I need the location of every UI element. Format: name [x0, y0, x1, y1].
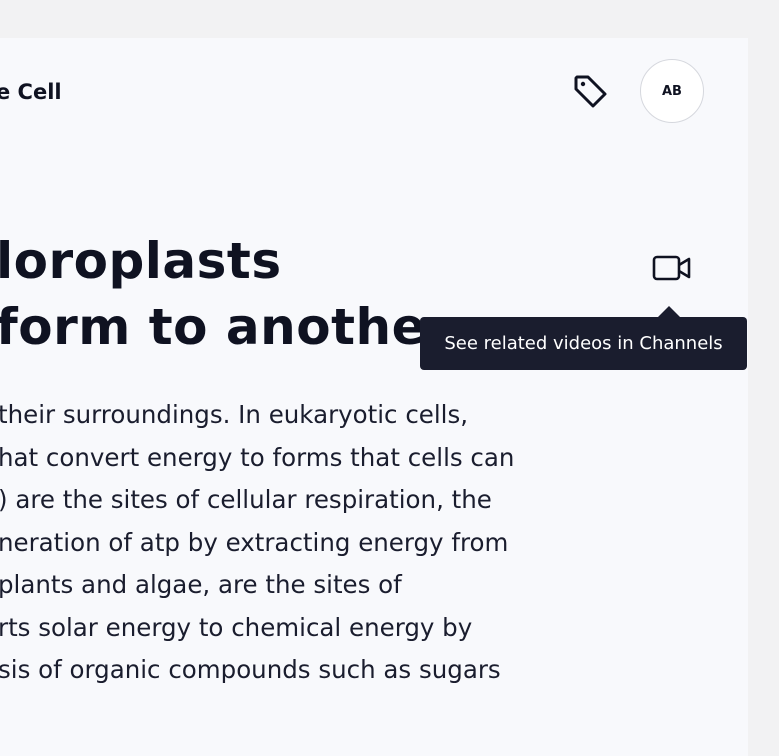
body-line: neration of atp by extracting energy fro…: [0, 527, 509, 557]
heading-line-2: form to anothe: [0, 298, 427, 356]
body-line: ) are the sites of cellular respiration,…: [0, 485, 492, 514]
body-line: hat convert energy to forms that cells c…: [0, 442, 515, 472]
body-line: rts solar energy to chemical energy by: [0, 612, 473, 642]
article-body: their surroundings. In eukaryotic cells,…: [0, 394, 514, 692]
heading-line-1: loroplasts: [0, 232, 282, 290]
tooltip-arrow: [658, 306, 680, 317]
article-heading: loroplasts form to anothe: [0, 228, 426, 360]
body-line: plants and algae, are the sites of: [0, 570, 402, 599]
tag-icon: [571, 72, 611, 116]
content-card: e Cell AB loroplasts form to anothe See …: [0, 38, 748, 756]
avatar[interactable]: AB: [640, 59, 704, 123]
video-camera-icon: [650, 252, 694, 288]
page-title: e Cell: [0, 80, 62, 104]
related-videos-button[interactable]: [646, 250, 698, 290]
tag-button[interactable]: [570, 74, 612, 114]
related-videos-tooltip: See related videos in Channels: [420, 317, 747, 370]
body-line: their surroundings. In eukaryotic cells,: [0, 400, 469, 429]
body-line: sis of organic compounds such as sugars: [0, 655, 501, 684]
